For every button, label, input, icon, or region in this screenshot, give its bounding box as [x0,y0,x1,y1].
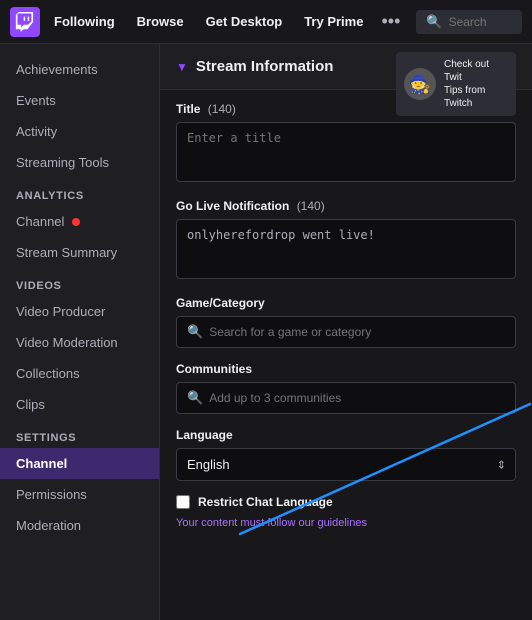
settings-section-label: SETTINGS [0,420,159,448]
game-category-label: Game/Category [176,296,516,310]
sidebar-item-moderation[interactable]: Moderation [0,510,159,541]
following-link[interactable]: Following [46,10,123,33]
videos-section-label: VIDEOS [0,268,159,296]
notification-avatar: 🧙 [404,68,436,100]
main-layout: Achievements Events Activity Streaming T… [0,44,532,620]
sidebar-item-label: Channel [16,214,64,229]
get-desktop-link[interactable]: Get Desktop [198,10,291,33]
sidebar-item-achievements[interactable]: Achievements [0,54,159,85]
game-category-input[interactable] [209,325,505,339]
search-bar[interactable]: 🔍 [416,10,522,34]
restrict-chat-label: Restrict Chat Language [198,495,333,509]
sidebar-item-clips[interactable]: Clips [0,389,159,420]
restrict-chat-row: Restrict Chat Language [176,495,516,509]
communities-label: Communities [176,362,516,376]
stream-info-header: ▼ Stream Information 🧙 Check out Twit Ti… [160,44,532,90]
communities-input[interactable] [209,391,505,405]
analytics-section-label: ANALYTICS [0,178,159,206]
search-icon: 🔍 [187,324,203,340]
search-input[interactable] [449,15,529,29]
title-input[interactable] [176,122,516,182]
sidebar-item-label: Video Moderation [16,335,118,350]
notification-content: Check out Twit Tips from Twitch [444,58,508,110]
search-icon: 🔍 [187,390,203,406]
game-category-search-field[interactable]: 🔍 [176,316,516,348]
collapse-arrow-icon[interactable]: ▼ [176,60,188,74]
stream-form: Title (140) Go Live Notification (140) o… [160,90,532,541]
twitch-logo[interactable] [10,7,40,37]
notification-card[interactable]: 🧙 Check out Twit Tips from Twitch [396,52,516,116]
sidebar-item-permissions[interactable]: Permissions [0,479,159,510]
sidebar-item-label: Streaming Tools [16,155,109,170]
go-live-input[interactable]: onlyherefordrop went live! [176,219,516,279]
sidebar-item-activity[interactable]: Activity [0,116,159,147]
go-live-count: (140) [297,199,325,213]
sidebar-item-label: Moderation [16,518,81,533]
sidebar-item-video-producer[interactable]: Video Producer [0,296,159,327]
sidebar-item-video-moderation[interactable]: Video Moderation [0,327,159,358]
channel-badge [72,218,80,226]
try-prime-link[interactable]: Try Prime [296,10,371,33]
language-group: Language English Spanish French German P… [176,428,516,481]
communities-search-field[interactable]: 🔍 [176,382,516,414]
notification-subtitle: Tips from Twitch [444,84,508,110]
sidebar-item-channel-settings[interactable]: Channel [0,448,159,479]
sidebar-item-label: Permissions [16,487,87,502]
guidelines-text: Your content must follow our guidelines [176,517,516,529]
sidebar: Achievements Events Activity Streaming T… [0,44,160,620]
sidebar-item-label: Achievements [16,62,98,77]
language-select-wrapper: English Spanish French German Portuguese… [176,448,516,481]
more-options-button[interactable]: ••• [377,11,404,32]
stream-info-title: Stream Information [196,58,334,75]
game-category-group: Game/Category 🔍 [176,296,516,348]
sidebar-item-collections[interactable]: Collections [0,358,159,389]
language-label: Language [176,428,516,442]
sidebar-item-label: Events [16,93,56,108]
sidebar-item-stream-summary[interactable]: Stream Summary [0,237,159,268]
main-content-area: ▼ Stream Information 🧙 Check out Twit Ti… [160,44,532,620]
sidebar-item-channel-analytics[interactable]: Channel [0,206,159,237]
go-live-notification-group: Go Live Notification (140) onlyherefordr… [176,199,516,282]
communities-group: Communities 🔍 [176,362,516,414]
notification-title: Check out Twit [444,58,508,84]
sidebar-item-label: Stream Summary [16,245,117,260]
sidebar-item-label: Collections [16,366,80,381]
go-live-label: Go Live Notification (140) [176,199,516,213]
sidebar-item-events[interactable]: Events [0,85,159,116]
browse-link[interactable]: Browse [129,10,192,33]
search-icon: 🔍 [426,14,442,30]
restrict-chat-checkbox[interactable] [176,495,190,509]
sidebar-item-label: Activity [16,124,57,139]
sidebar-item-label: Clips [16,397,45,412]
sidebar-item-label: Channel [16,456,67,471]
sidebar-item-label: Video Producer [16,304,105,319]
sidebar-item-streaming-tools[interactable]: Streaming Tools [0,147,159,178]
top-navigation: Following Browse Get Desktop Try Prime •… [0,0,532,44]
title-count: (140) [208,102,236,116]
language-select[interactable]: English Spanish French German Portuguese… [176,448,516,481]
